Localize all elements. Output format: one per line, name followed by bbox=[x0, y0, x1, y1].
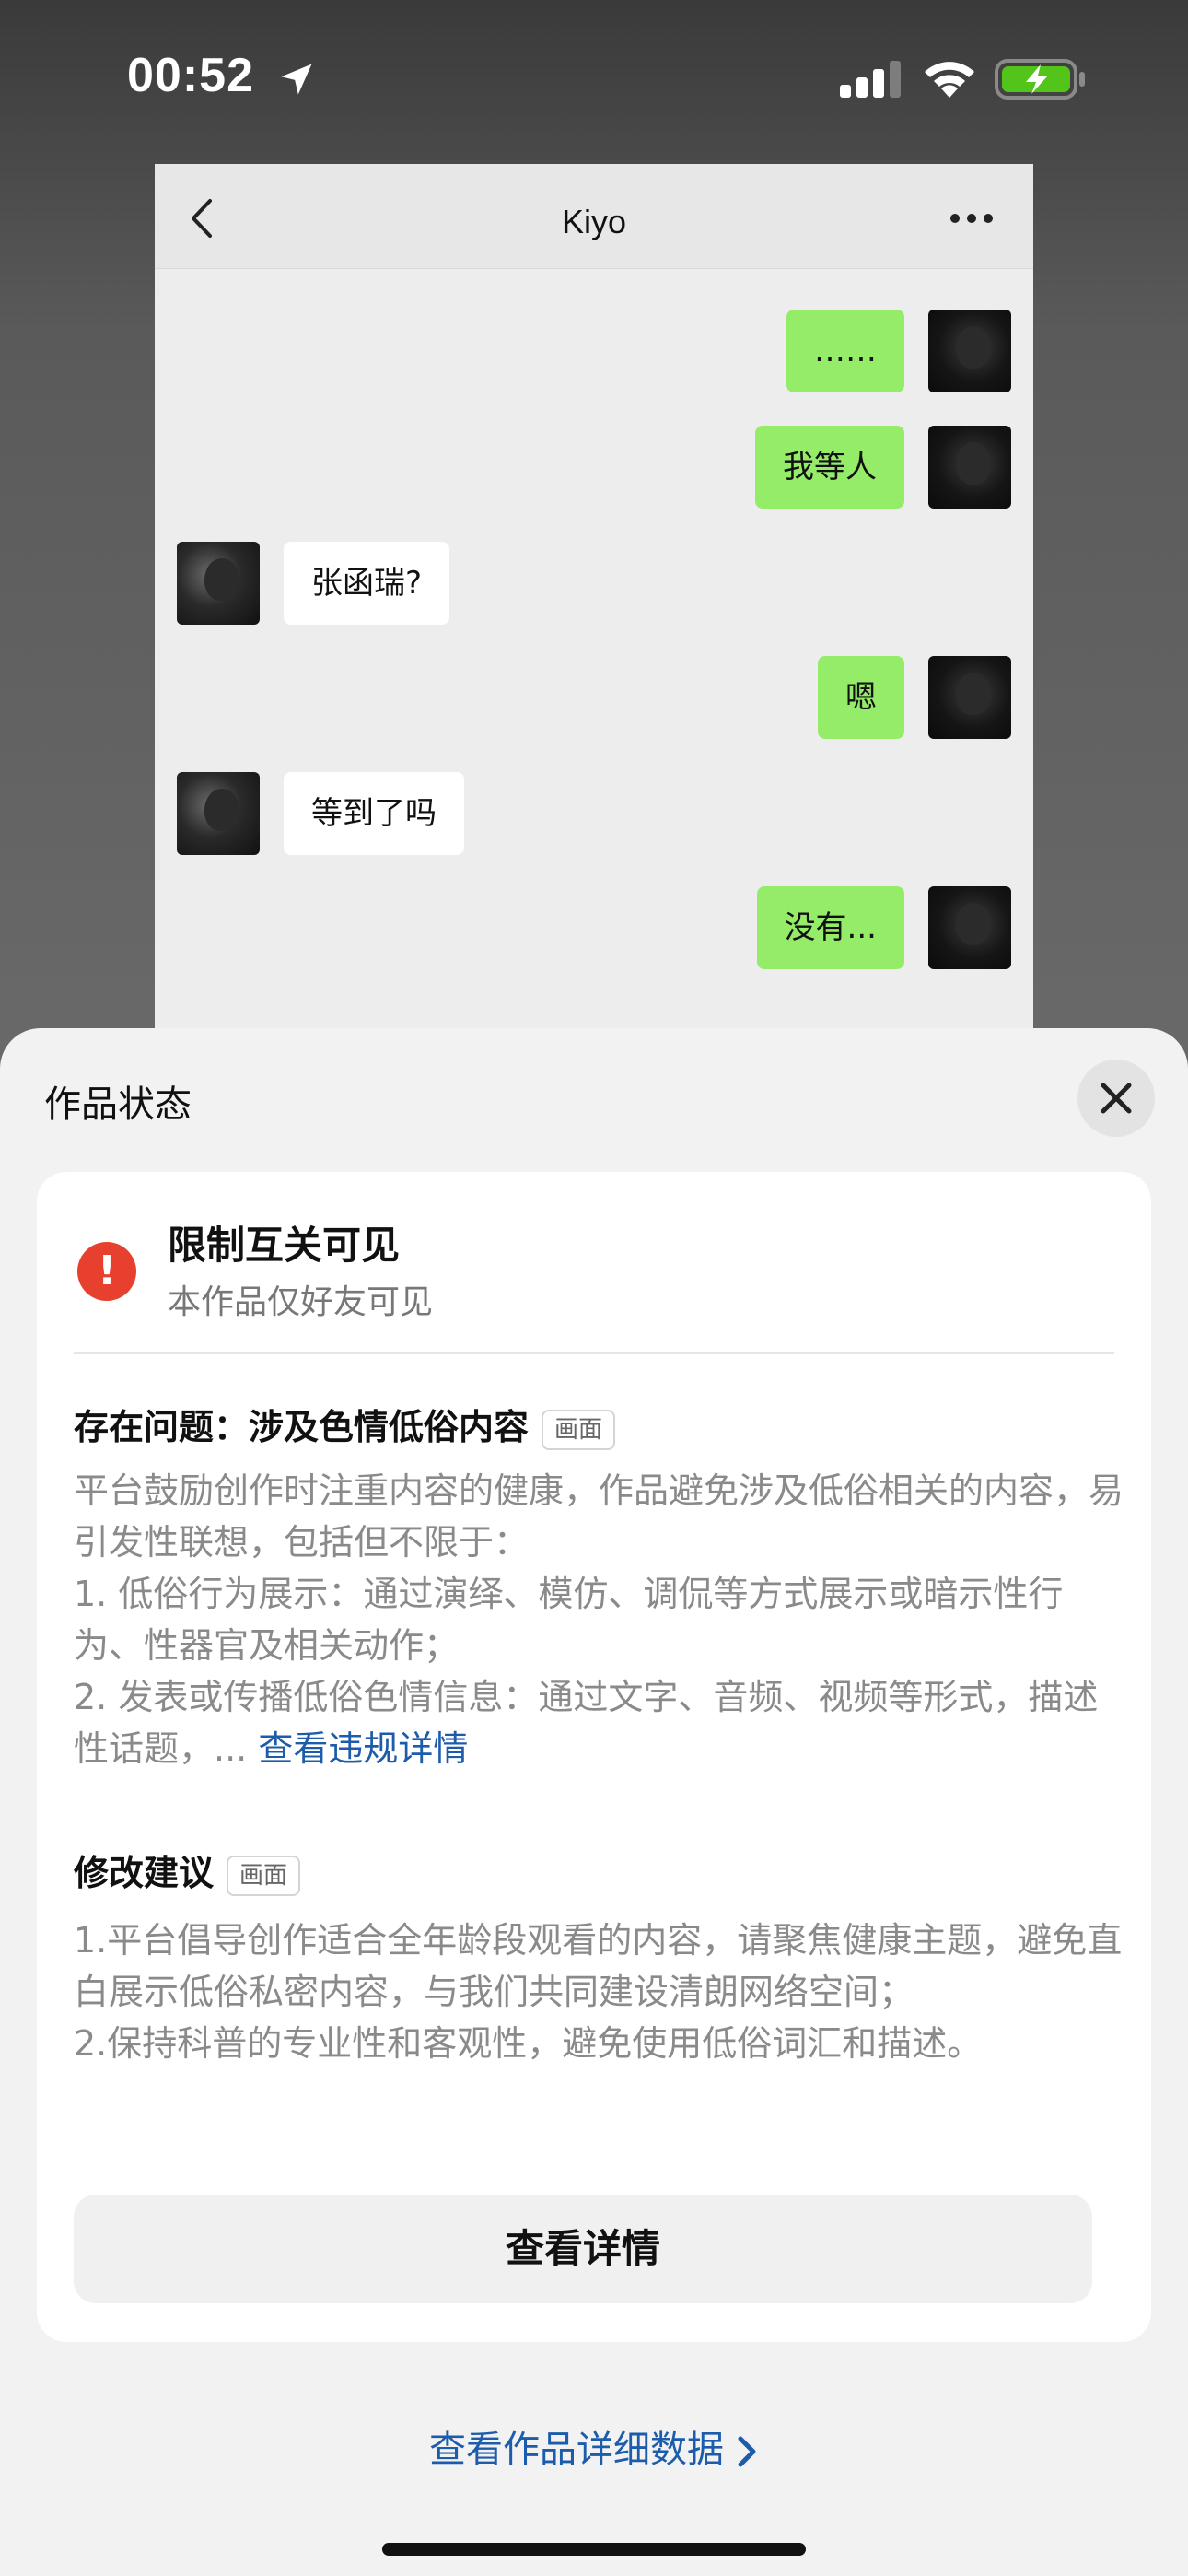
view-work-data-label: 查看作品详细数据 bbox=[429, 2429, 724, 2471]
view-violation-details-link[interactable]: 查看违规详情 bbox=[258, 1728, 468, 1769]
suggestion-title-text: 修改建议 bbox=[74, 1853, 215, 1893]
message-bubble-sent: 没有... bbox=[756, 886, 904, 969]
chevron-right-icon bbox=[738, 2436, 756, 2467]
signal-bars-icon bbox=[840, 61, 901, 98]
warning-icon-mark: ! bbox=[97, 1247, 117, 1294]
status-card: ! 限制互关可见 本作品仅好友可见 存在问题：涉及色情低俗内容 画面 平台鼓励创作… bbox=[37, 1172, 1151, 2342]
avatar bbox=[177, 542, 260, 625]
chat-header: Kiyo bbox=[155, 164, 1033, 269]
avatar bbox=[928, 426, 1011, 509]
issue-title-text: 存在问题：涉及色情低俗内容 bbox=[74, 1407, 530, 1447]
wifi-icon bbox=[925, 62, 974, 98]
message-bubble-received: 等到了吗 bbox=[284, 772, 464, 855]
message-bubble-sent: …… bbox=[786, 310, 904, 392]
text-fade bbox=[37, 2108, 1151, 2136]
post-image-chat-screenshot[interactable]: Kiyo …… 我等人 张函瑞? 嗯 等到了吗 没有... bbox=[155, 164, 1033, 1141]
warning-icon: ! bbox=[77, 1242, 136, 1301]
issue-tag: 画面 bbox=[542, 1409, 616, 1450]
view-work-data-link[interactable]: 查看作品详细数据 bbox=[0, 2419, 1188, 2473]
view-details-button[interactable]: 查看详情 bbox=[74, 2195, 1092, 2303]
suggestion-description: 1.平台倡导创作适合全年龄段观看的内容，请聚焦健康主题，避免直白展示低俗私密内容… bbox=[74, 1920, 1123, 2064]
visibility-status-title: 限制互关可见 bbox=[168, 1223, 401, 1268]
issue-body: 平台鼓励创作时注重内容的健康，作品避免涉及低俗相关的内容，易引发性联想，包括但不… bbox=[74, 1470, 1124, 1769]
divider bbox=[74, 1352, 1114, 1354]
issue-section-title: 存在问题：涉及色情低俗内容 画面 bbox=[74, 1399, 616, 1450]
home-indicator[interactable] bbox=[382, 2543, 806, 2556]
message-bubble-sent: 我等人 bbox=[755, 426, 904, 509]
avatar bbox=[928, 310, 1011, 392]
sheet-title: 作品状态 bbox=[44, 1083, 192, 1126]
chat-title: Kiyo bbox=[561, 203, 627, 240]
work-status-sheet: 作品状态 ! 限制互关可见 本作品仅好友可见 存在问题：涉及色情低俗内容 画面 平… bbox=[0, 1028, 1188, 2576]
suggestion-tag: 画面 bbox=[227, 1855, 301, 1896]
avatar bbox=[928, 656, 1011, 739]
message-bubble-sent: 嗯 bbox=[818, 656, 904, 739]
status-bar: 00:52 bbox=[0, 0, 1188, 157]
visibility-status-subtitle: 本作品仅好友可见 bbox=[168, 1283, 434, 1321]
status-time: 00:52 bbox=[127, 49, 254, 102]
more-dots-icon bbox=[950, 214, 993, 223]
avatar bbox=[177, 772, 260, 855]
message-bubble-received: 张函瑞? bbox=[284, 542, 450, 625]
battery-charging-icon bbox=[995, 59, 1085, 100]
issue-description: 平台鼓励创作时注重内容的健康，作品避免涉及低俗相关的内容，易引发性联想，包括但不… bbox=[74, 1465, 1124, 1774]
close-button[interactable] bbox=[1077, 1060, 1155, 1137]
location-arrow-icon bbox=[281, 64, 312, 95]
close-icon bbox=[1101, 1083, 1132, 1114]
suggestion-section-title: 修改建议 画面 bbox=[74, 1844, 301, 1896]
avatar bbox=[928, 886, 1011, 969]
